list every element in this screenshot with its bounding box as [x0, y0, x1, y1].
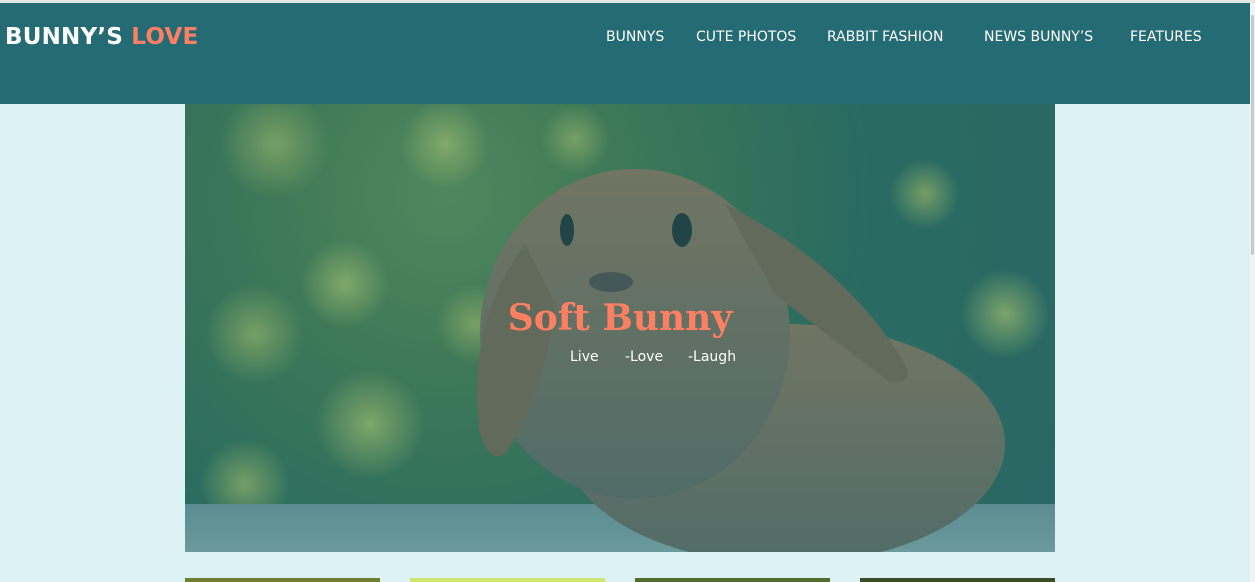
gallery-thumbnail[interactable] — [185, 578, 380, 582]
hero-subtitle-love: -Love — [625, 349, 664, 365]
scrollbar-thumb[interactable] — [1251, 15, 1254, 255]
nav-item-features[interactable]: FEATURES — [1130, 29, 1202, 45]
gallery-thumbnail[interactable] — [860, 578, 1055, 582]
nav-item-rabbit-fashion[interactable]: RABBIT FASHION — [827, 29, 943, 45]
main-nav: BUNNYS CUTE PHOTOS RABBIT FASHION NEWS B… — [0, 29, 1250, 53]
nav-item-cute-photos[interactable]: CUTE PHOTOS — [696, 29, 796, 45]
nav-item-bunnys[interactable]: BUNNYS — [606, 29, 664, 45]
vertical-scrollbar[interactable] — [1250, 3, 1255, 582]
site-header: BUNNY’S LOVE BUNNYS CUTE PHOTOS RABBIT F… — [0, 3, 1250, 104]
hero-title: Soft Bunny — [507, 297, 733, 339]
hero-subtitle-laugh: -Laugh — [688, 349, 737, 365]
hero-banner: Soft Bunny Live -Love -Laugh — [185, 104, 1055, 552]
hero-subtitle-live: Live — [570, 349, 599, 365]
nav-item-news-bunnys[interactable]: NEWS BUNNY’S — [984, 29, 1093, 45]
gallery-thumbnail[interactable] — [410, 578, 605, 582]
gallery-thumbnail[interactable] — [635, 578, 830, 582]
hero-subtitle: Live -Love -Laugh — [185, 349, 1055, 371]
